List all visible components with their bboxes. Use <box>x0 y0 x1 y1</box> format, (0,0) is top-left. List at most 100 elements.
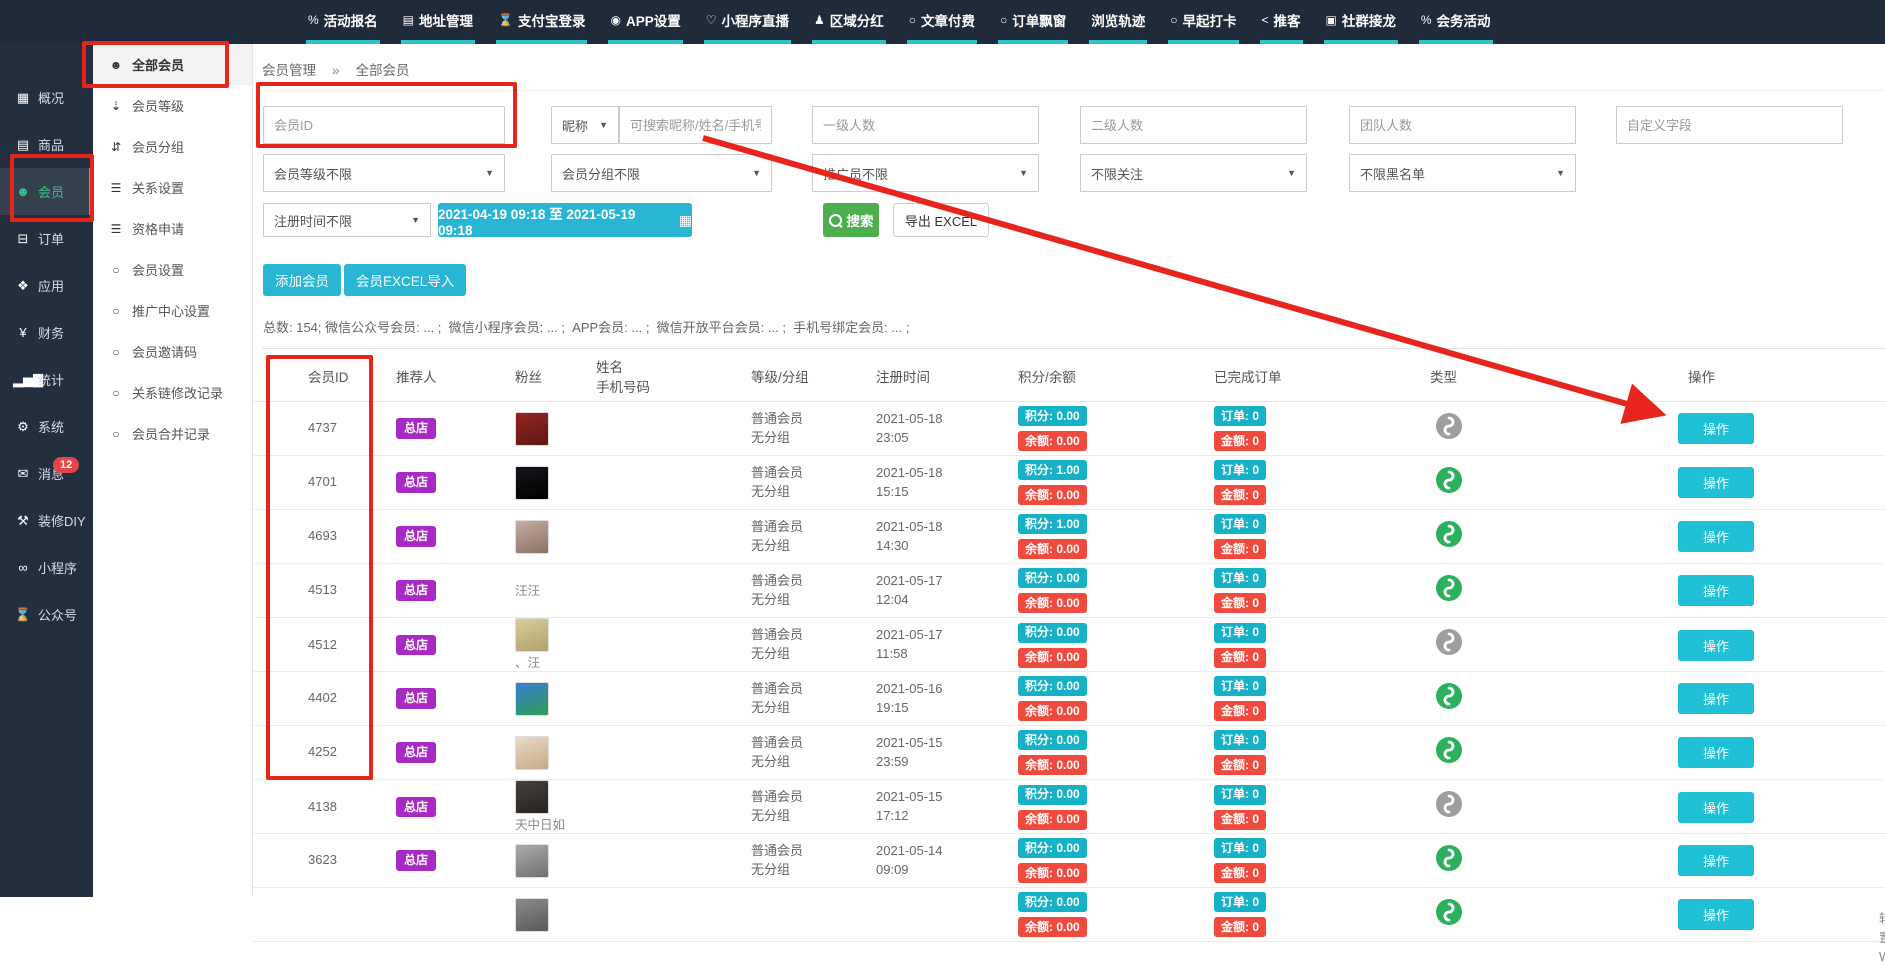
member-group-select[interactable]: 会员分组不限▼ <box>551 154 772 192</box>
follow-filter-select[interactable]: 不限关注▼ <box>1080 154 1307 192</box>
row-action-button[interactable]: 操作 <box>1678 467 1754 498</box>
member-avatar[interactable] <box>515 898 549 932</box>
overview-icon: ▦ <box>13 90 33 106</box>
level1-count-input[interactable] <box>812 106 1039 144</box>
top-nav-item-浏览轨迹[interactable]: 浏览轨迹 <box>1089 0 1147 44</box>
referrer-badge: 总店 <box>396 526 436 546</box>
nickname-search-input[interactable] <box>619 106 772 144</box>
submenu-item-资格申请[interactable]: ☰资格申请 <box>93 208 252 249</box>
member-avatar[interactable] <box>515 520 549 554</box>
sidebar-item-订单[interactable]: ⊟订单 <box>0 215 93 262</box>
member-level-select[interactable]: 会员等级不限▼ <box>263 154 505 192</box>
sidebar-item-消息[interactable]: ✉消息12 <box>0 450 93 497</box>
submenu-item-会员设置[interactable]: ○会员设置 <box>93 249 252 290</box>
top-nav-item-地址管理[interactable]: ▤地址管理 <box>401 0 475 44</box>
row-action-button[interactable]: 操作 <box>1678 683 1754 714</box>
orders-amount-cell: 订单: 0金额: 0 <box>1214 892 1430 937</box>
row-action-button[interactable]: 操作 <box>1678 575 1754 606</box>
top-nav-item-社群接龙[interactable]: ▣社群接龙 <box>1324 0 1398 44</box>
sidebar-item-装修DIY[interactable]: ⚒装修DIY <box>0 497 93 544</box>
submenu-item-关系链修改记录[interactable]: ○关系链修改记录 <box>93 372 252 413</box>
member-group-select-value: 会员分组不限 <box>562 164 640 183</box>
table-row: 4512总店、汪普通会员无分组2021-05-1711:58积分: 0.00余额… <box>253 618 1885 672</box>
finance-icon: ¥ <box>13 325 33 340</box>
submenu-item-会员邀请码[interactable]: ○会员邀请码 <box>93 331 252 372</box>
row-action-button[interactable]: 操作 <box>1678 521 1754 552</box>
submenu-item-会员等级[interactable]: ⇣会员等级 <box>93 85 252 126</box>
member-avatar[interactable] <box>515 736 549 770</box>
top-nav-item-早起打卡[interactable]: ○早起打卡 <box>1168 0 1238 44</box>
top-nav-item-小程序直播[interactable]: ♡小程序直播 <box>704 0 791 44</box>
member-avatar[interactable] <box>515 682 549 716</box>
top-nav-item-活动报名[interactable]: %活动报名 <box>306 0 380 44</box>
fans-cell: 汪汪 <box>515 580 596 600</box>
wechat-type-icon-green <box>1436 845 1462 871</box>
row-action-button[interactable]: 操作 <box>1678 737 1754 768</box>
team-count-input[interactable] <box>1349 106 1576 144</box>
regtime-cell: 2021-05-1517:12 <box>876 788 1018 826</box>
breadcrumb-section[interactable]: 会员管理 <box>262 63 316 78</box>
top-nav-item-区域分红[interactable]: ♟区域分红 <box>812 0 886 44</box>
points-balance-cell: 积分: 0.00余额: 0.00 <box>1018 730 1214 775</box>
sidebar-item-公众号[interactable]: ⌛公众号 <box>0 591 93 638</box>
breadcrumb-current: 全部会员 <box>356 63 410 78</box>
row-action-button[interactable]: 操作 <box>1678 899 1754 930</box>
row-action-button[interactable]: 操作 <box>1678 792 1754 823</box>
row-action-button[interactable]: 操作 <box>1678 413 1754 444</box>
submenu-item-关系设置[interactable]: ☰关系设置 <box>93 167 252 208</box>
sidebar-item-小程序[interactable]: ∞小程序 <box>0 544 93 591</box>
member-id-input[interactable] <box>263 106 505 144</box>
date-range-button[interactable]: 2021-04-19 09:18 至 2021-05-19 09:18 ▦ <box>438 203 692 237</box>
balance-badge: 余额: 0.00 <box>1018 701 1087 721</box>
nickname-field-select[interactable]: 昵称 ▼ <box>551 106 619 144</box>
action-cell: 操作 <box>1560 683 1885 714</box>
export-excel-button[interactable]: 导出 EXCEL <box>893 203 989 237</box>
submenu-item-全部会员[interactable]: ☻全部会员 <box>93 44 252 85</box>
row-action-button[interactable]: 操作 <box>1678 630 1754 661</box>
top-nav-item-推客[interactable]: <推客 <box>1260 0 1303 44</box>
level2-count-input[interactable] <box>1080 106 1307 144</box>
sidebar-item-系统[interactable]: ⚙系统 <box>0 403 93 450</box>
blacklist-filter-select[interactable]: 不限黑名单▼ <box>1349 154 1576 192</box>
member-avatar[interactable] <box>515 466 549 500</box>
member-group: 无分组 <box>751 861 876 880</box>
reg-date: 2021-05-17 <box>876 572 1018 591</box>
referrer-badge: 总店 <box>396 688 436 708</box>
search-button[interactable]: 搜索 <box>823 203 879 237</box>
submenu-item-推广中心设置[interactable]: ○推广中心设置 <box>93 290 252 331</box>
action-cell: 操作 <box>1560 413 1885 444</box>
sidebar-item-商品[interactable]: ▤商品 <box>0 121 93 168</box>
member-avatar[interactable] <box>515 844 549 878</box>
submenu-item-会员合并记录[interactable]: ○会员合并记录 <box>93 413 252 454</box>
member-avatar[interactable] <box>515 780 549 814</box>
custom-field-input[interactable] <box>1616 106 1843 144</box>
reg-time: 09:09 <box>876 861 1018 880</box>
referrer-cell: 总店 <box>396 635 515 655</box>
excel-import-button[interactable]: 会员EXCEL导入 <box>344 264 466 296</box>
top-nav-item-支付宝登录[interactable]: ⌛支付宝登录 <box>496 0 587 44</box>
top-nav-item-会务活动[interactable]: %会务活动 <box>1419 0 1493 44</box>
submenu-item-会员分组[interactable]: ⇵会员分组 <box>93 126 252 167</box>
row-action-button[interactable]: 操作 <box>1678 845 1754 876</box>
top-nav-item-文章付费[interactable]: ○文章付费 <box>907 0 977 44</box>
add-member-button[interactable]: 添加会员 <box>263 264 341 296</box>
sidebar-item-统计[interactable]: ▂▅▇统计 <box>0 356 93 403</box>
regtime-filter-select[interactable]: 注册时间不限▼ <box>263 203 431 237</box>
type-cell <box>1430 845 1560 877</box>
table-header-row: 会员ID 推荐人 粉丝 姓名 手机号码 等级/分组 注册时间 积分/余额 已完成… <box>253 355 1885 402</box>
member-avatar[interactable] <box>515 618 549 652</box>
promoter-select[interactable]: 推广员不限▼ <box>812 154 1039 192</box>
sidebar-item-概况[interactable]: ▦概况 <box>0 74 93 121</box>
sidebar-item-会员[interactable]: ☻会员 <box>0 168 93 215</box>
member-id-cell: 3623 <box>296 851 396 870</box>
member-avatar[interactable] <box>515 412 549 446</box>
type-cell <box>1430 629 1560 661</box>
member-id-cell: 4512 <box>296 636 396 655</box>
sidebar-item-财务[interactable]: ¥财务 <box>0 309 93 356</box>
top-nav-item-APP设置[interactable]: ◉APP设置 <box>608 0 682 44</box>
header-type: 类型 <box>1430 368 1560 388</box>
sidebar-item-应用[interactable]: ❖应用 <box>0 262 93 309</box>
submenu-item-label: 会员分组 <box>132 137 184 156</box>
hammer-icon: ⚒ <box>13 513 33 529</box>
top-nav-item-订单飘窗[interactable]: ○订单飘窗 <box>998 0 1068 44</box>
